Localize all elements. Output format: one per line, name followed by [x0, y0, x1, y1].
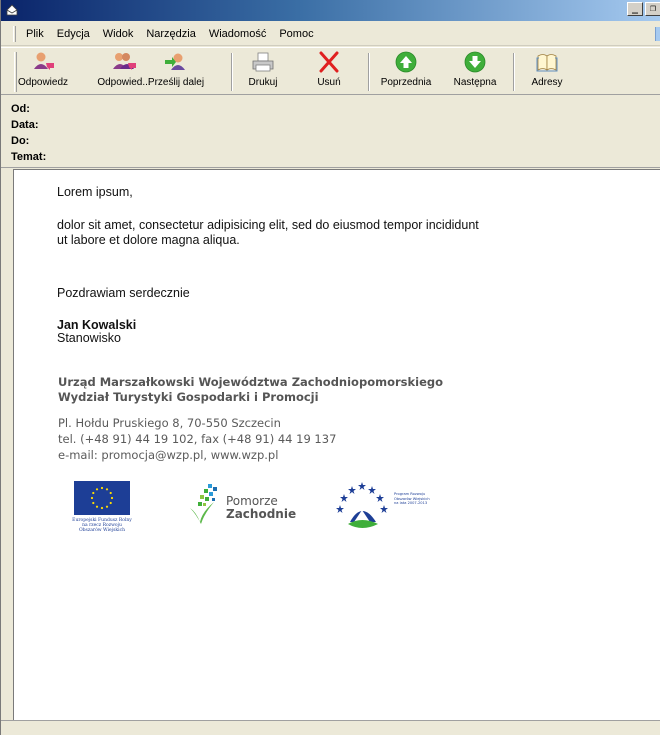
menu-bar: Plik Edycja Widok Narzędzia Wiadomość Po… — [1, 22, 660, 46]
menu-edit[interactable]: Edycja — [57, 28, 90, 40]
printer-icon — [249, 50, 277, 74]
menu-file[interactable]: Plik — [26, 28, 44, 40]
department-name: Wydział Turystyki Gospodarki i Promocji — [58, 390, 319, 404]
message-body[interactable]: Lorem ipsum, dolor sit amet, consectetur… — [13, 169, 660, 720]
office-email[interactable]: e-mail: promocja@wzp.pl, www.wzp.pl — [58, 448, 278, 462]
body-line-2: ut labore et dolore magna aliqua. — [57, 233, 240, 247]
reply-all-label: Odpowied... — [97, 77, 151, 88]
reply-all-icon — [110, 50, 138, 74]
window-icon[interactable] — [5, 3, 19, 17]
prow-caption: Program Rozwoju Obszarów Wiejskich na la… — [394, 492, 430, 506]
office-address: Pl. Hołdu Pruskiego 8, 70-550 Szczecin — [58, 416, 281, 430]
forward-icon — [162, 50, 190, 74]
previous-label: Poprzednia — [380, 77, 432, 88]
zachodnie-word: Zachodnie — [226, 507, 297, 521]
office-phone: tel. (+48 91) 44 19 102, fax (+48 91) 44… — [58, 432, 337, 446]
previous-button[interactable]: Poprzednia — [375, 50, 437, 94]
delete-label: Usuń — [317, 77, 341, 88]
toolbar-separator — [368, 53, 370, 91]
status-bar — [1, 720, 660, 735]
menu-help[interactable]: Pomoc — [279, 28, 313, 40]
sender-position: Stanowisko — [57, 331, 121, 345]
menu-message[interactable]: Wiadomość — [209, 28, 266, 40]
menu-grip[interactable] — [13, 25, 16, 42]
eu-caption: Europejski Fundusz Rolny na rzecz Rozwoj… — [72, 518, 132, 533]
forward-button[interactable]: Prześlij dalej — [146, 50, 206, 94]
toolbar: Odpowiedz Odpowied... Prześlij dalej Dru… — [1, 47, 660, 95]
message-header: Od: Data: Do: Temat: — [1, 96, 660, 168]
date-field-label: Data: — [11, 119, 39, 131]
addresses-button[interactable]: Adresy — [521, 50, 573, 94]
toolbar-separator — [231, 53, 233, 91]
sender-name: Jan Kowalski — [57, 318, 137, 332]
forward-label: Prześlij dalej — [147, 77, 205, 88]
reply-icon — [29, 50, 57, 74]
pomorze-zachodnie-mark-icon — [190, 484, 217, 524]
toolbar-separator — [513, 53, 515, 91]
menu-view[interactable]: Widok — [103, 28, 134, 40]
mail-window: _ ❐ Plik Edycja Widok Narzędzia Wiadomoś… — [0, 0, 660, 735]
delete-x-icon — [315, 50, 343, 74]
maximize-button[interactable]: ❐ — [645, 2, 660, 16]
eu-flag-icon — [74, 481, 130, 515]
reply-button[interactable]: Odpowiedz — [15, 50, 71, 94]
prow-mark-icon — [336, 482, 388, 528]
addresses-label: Adresy — [531, 77, 563, 88]
office-name: Urząd Marszałkowski Województwa Zachodni… — [58, 375, 444, 389]
reply-label: Odpowiedz — [17, 77, 69, 88]
greeting: Lorem ipsum, — [57, 185, 133, 199]
address-book-icon — [533, 50, 561, 74]
menu-tools[interactable]: Narzędzia — [146, 28, 196, 40]
subject-field-label: Temat: — [11, 151, 47, 163]
from-field-label: Od: — [11, 103, 30, 115]
prow-logo: Program Rozwoju Obszarów Wiejskich na la… — [332, 480, 442, 534]
eu-flag-logo: Europejski Fundusz Rolny na rzecz Rozwoj… — [72, 481, 132, 533]
windows-logo-edge — [655, 27, 660, 41]
next-button[interactable]: Następna — [447, 50, 503, 94]
pomorze-word: Pomorze — [226, 494, 278, 508]
delete-button[interactable]: Usuń — [307, 50, 351, 94]
title-bar: _ ❐ — [1, 0, 660, 21]
to-field-label: Do: — [11, 135, 30, 147]
print-button[interactable]: Drukuj — [239, 50, 287, 94]
body-line-1: dolor sit amet, consectetur adipisicing … — [57, 218, 479, 232]
minimize-button[interactable]: _ — [627, 2, 643, 16]
closing: Pozdrawiam serdecznie — [57, 286, 190, 300]
next-label: Następna — [453, 77, 497, 88]
print-label: Drukuj — [248, 77, 278, 88]
pomorze-zachodnie-logo: Pomorze Zachodnie — [186, 482, 296, 528]
arrow-down-icon — [461, 50, 489, 74]
arrow-up-icon — [392, 50, 420, 74]
